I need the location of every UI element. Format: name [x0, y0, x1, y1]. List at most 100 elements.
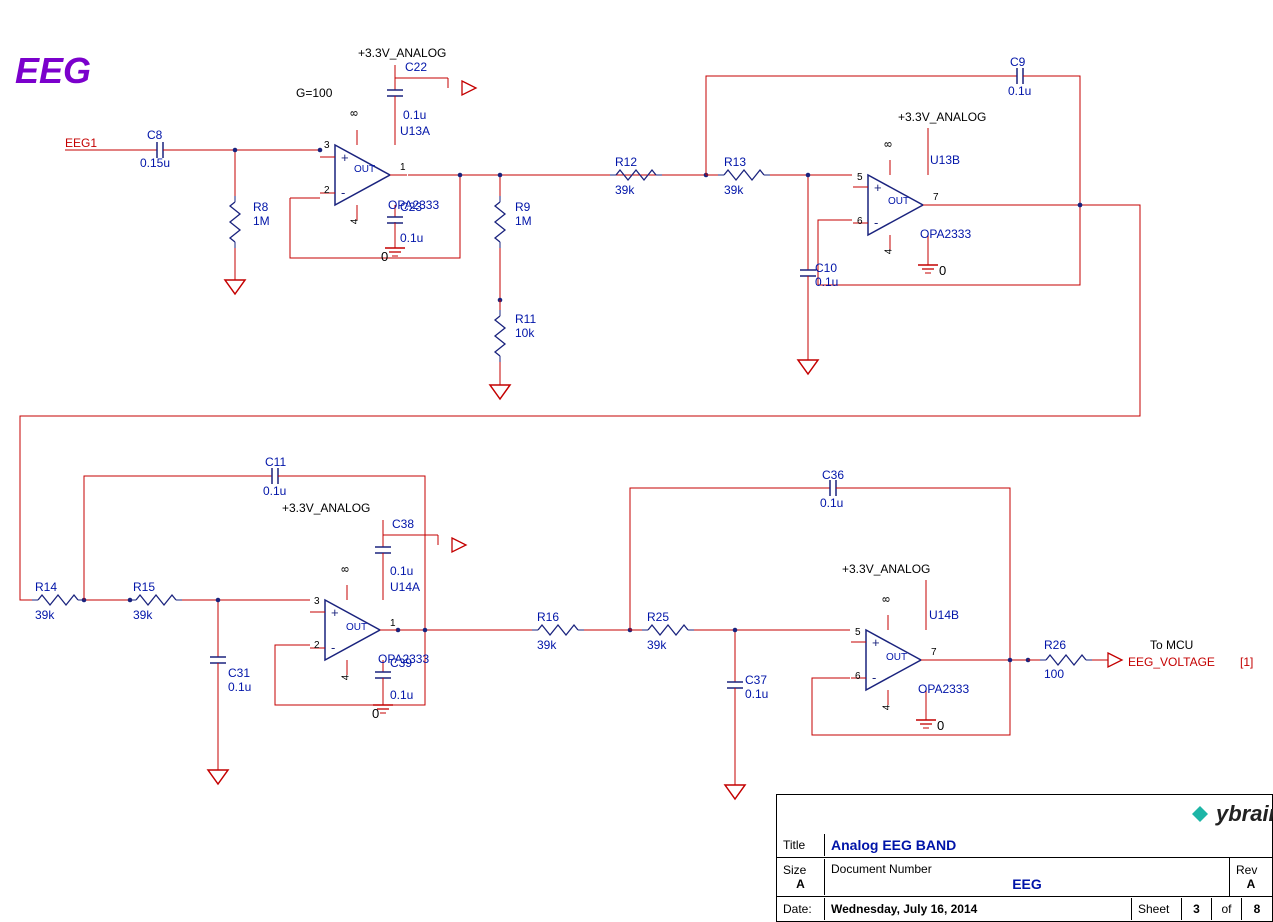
ref-C36: C36 — [822, 468, 844, 482]
logo-text: ybrain — [1216, 801, 1273, 826]
pin-out-4: OUT — [886, 652, 907, 663]
net-eeg-voltage: EEG_VOLTAGE — [1128, 655, 1215, 669]
sheet-tot: 8 — [1242, 898, 1272, 920]
ref-U13B: U13B — [930, 153, 960, 167]
ref-R12: R12 — [615, 155, 637, 169]
pin6-2: 6 — [857, 216, 863, 227]
val-C31: 0.1u — [228, 680, 251, 694]
pin-out-1: OUT — [354, 164, 375, 175]
ref-R14: R14 — [35, 580, 57, 594]
val-C37: 0.1u — [745, 687, 768, 701]
ref-R8: R8 — [253, 200, 268, 214]
ref-C23: C23 — [400, 200, 422, 214]
date-val: Wednesday, July 16, 2014 — [825, 898, 1132, 920]
date-lbl: Date: — [777, 898, 825, 920]
schematic-canvas: + - — [0, 0, 1273, 922]
ref-C9: C9 — [1010, 55, 1025, 69]
net-v33-d: +3.3V_ANALOG — [842, 562, 930, 576]
val-R16: 39k — [537, 638, 556, 652]
zero-a: 0 — [381, 249, 388, 264]
sheet-of: of — [1212, 898, 1242, 920]
pin8-3: 8 — [340, 567, 351, 573]
ref-C38: C38 — [392, 517, 414, 531]
size-val: A — [783, 877, 818, 891]
ref-C11: C11 — [265, 455, 286, 469]
ref-R26: R26 — [1044, 638, 1066, 652]
pin3-1: 3 — [324, 140, 330, 151]
ref-C8: C8 — [147, 128, 162, 142]
pin1-3: 1 — [390, 618, 396, 629]
ref-C37: C37 — [745, 673, 767, 687]
ref-C39: C39 — [390, 656, 412, 670]
gain-note: G=100 — [296, 86, 332, 100]
pin3-3: 3 — [314, 596, 320, 607]
ref-U14A: U14A — [390, 580, 420, 594]
docnum-val: EEG — [831, 876, 1223, 892]
val-C36: 0.1u — [820, 496, 843, 510]
net-v33-c: +3.3V_ANALOG — [282, 501, 370, 515]
ref-R13: R13 — [724, 155, 746, 169]
pin7-4: 7 — [931, 647, 937, 658]
val-C22: 0.1u — [403, 108, 426, 122]
zero-c: 0 — [372, 706, 379, 721]
val-R25: 39k — [647, 638, 666, 652]
zero-b: 0 — [939, 263, 946, 278]
pin5-4: 5 — [855, 627, 861, 638]
val-C10: 0.1u — [815, 275, 838, 289]
val-C8: 0.15u — [140, 156, 170, 170]
val-R11: 10k — [515, 326, 534, 340]
val-R14: 39k — [35, 608, 54, 622]
val-R9: 1M — [515, 214, 532, 228]
net-eeg-voltage-bus: [1] — [1240, 655, 1253, 669]
ref-C10: C10 — [815, 261, 837, 275]
pin8-1: 8 — [349, 111, 360, 117]
logo: ybrain — [777, 795, 1273, 833]
net-v33-a: +3.3V_ANALOG — [358, 46, 446, 60]
page-title: EEG — [15, 50, 91, 92]
pin2-3: 2 — [314, 640, 320, 651]
val-C39: 0.1u — [390, 688, 413, 702]
pin2-1: 2 — [324, 185, 330, 196]
ref-R15: R15 — [133, 580, 155, 594]
val-U14B: OPA2333 — [918, 682, 969, 696]
sheet-lbl: Sheet — [1132, 898, 1182, 920]
val-C11: 0.1u — [263, 484, 286, 498]
pin7-2: 7 — [933, 192, 939, 203]
rev-val: A — [1236, 877, 1266, 891]
pin8-2: 8 — [883, 142, 894, 148]
pin4-4: 4 — [881, 705, 892, 711]
note-to-mcu: To MCU — [1150, 638, 1193, 652]
size-lbl: Size — [783, 863, 818, 877]
title-val: Analog EEG BAND — [825, 833, 1272, 857]
pin-out-3: OUT — [346, 622, 367, 633]
zero-d: 0 — [937, 718, 944, 733]
pin5-2: 5 — [857, 172, 863, 183]
val-U13B: OPA2333 — [920, 227, 971, 241]
pin4-1: 4 — [349, 219, 360, 225]
ref-R16: R16 — [537, 610, 559, 624]
net-v33-b: +3.3V_ANALOG — [898, 110, 986, 124]
ref-C22: C22 — [405, 60, 427, 74]
sheet-n: 3 — [1182, 898, 1212, 920]
val-C9: 0.1u — [1008, 84, 1031, 98]
val-R26: 100 — [1044, 667, 1064, 681]
val-R8: 1M — [253, 214, 270, 228]
ref-C31: C31 — [228, 666, 250, 680]
net-eeg1: EEG1 — [65, 136, 97, 150]
val-R15: 39k — [133, 608, 152, 622]
rev-lbl: Rev — [1236, 863, 1266, 877]
docnum-lbl: Document Number — [831, 862, 1223, 876]
val-C23: 0.1u — [400, 231, 423, 245]
ref-R9: R9 — [515, 200, 530, 214]
val-C38: 0.1u — [390, 564, 413, 578]
val-R12: 39k — [615, 183, 634, 197]
ref-R25: R25 — [647, 610, 669, 624]
pin4-3: 4 — [340, 675, 351, 681]
pin8-4: 8 — [881, 597, 892, 603]
ref-U13A: U13A — [400, 124, 430, 138]
title-lbl: Title — [777, 834, 825, 856]
pin6-4: 6 — [855, 671, 861, 682]
title-block: ybrain Title Analog EEG BAND Size A Docu… — [776, 794, 1273, 922]
ref-R11: R11 — [515, 312, 536, 326]
val-R13: 39k — [724, 183, 743, 197]
